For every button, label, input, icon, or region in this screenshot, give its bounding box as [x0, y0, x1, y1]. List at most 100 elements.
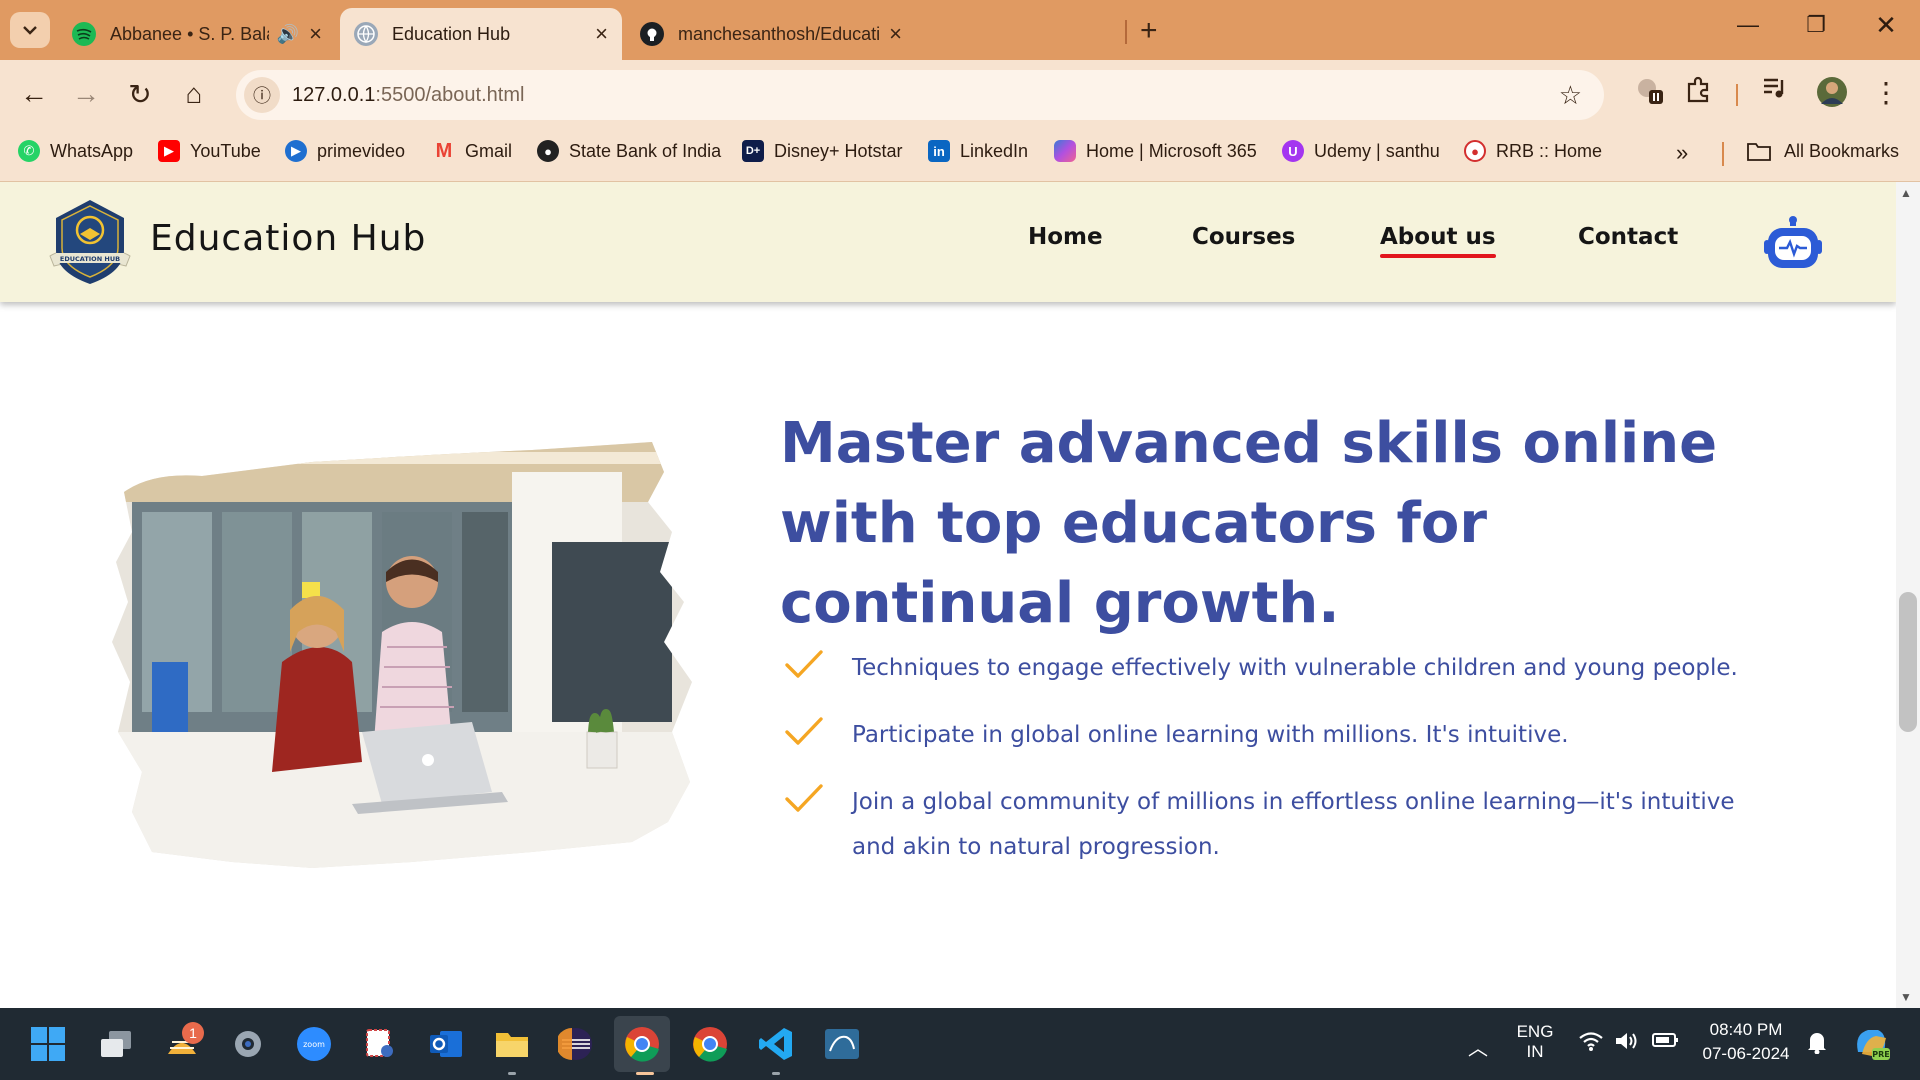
bookmark-sbi[interactable]: ● State Bank of India [537, 140, 721, 162]
youtube-icon: ▶ [158, 140, 180, 162]
logo-text: EDUCATION HUB [60, 255, 120, 263]
tab-search-button[interactable] [10, 12, 50, 48]
feature-item: Techniques to engage effectively with vu… [784, 646, 1772, 691]
extensions-icon[interactable] [1678, 76, 1718, 111]
tab-spotify[interactable]: Abbanee • S. P. Balasubrahmanyam 🔊 × [58, 8, 336, 60]
outlook-icon[interactable] [426, 1024, 466, 1064]
reload-icon[interactable]: ↻ [120, 78, 160, 111]
vscode-icon[interactable] [756, 1024, 796, 1064]
bookmark-microsoft365[interactable]: Home | Microsoft 365 [1054, 140, 1257, 162]
folder-icon [1747, 143, 1771, 161]
bookmark-label: Udemy | santhu [1314, 140, 1440, 161]
extension-puzzle-badge-icon[interactable] [1630, 76, 1670, 113]
rrb-icon: ● [1464, 140, 1486, 162]
close-icon[interactable]: × [889, 21, 902, 47]
url-host: 127.0.0.1 [292, 83, 376, 106]
browser-tab-strip: Abbanee • S. P. Balasubrahmanyam 🔊 × Edu… [0, 0, 1920, 60]
browser-menu-icon[interactable]: ⋮ [1866, 76, 1906, 109]
snipping-tool-icon[interactable] [360, 1024, 400, 1064]
chevron-up-icon[interactable]: ︿ [1468, 1032, 1488, 1061]
microsoft365-icon [1054, 140, 1076, 162]
bookmark-linkedin[interactable]: in LinkedIn [928, 140, 1028, 162]
close-window-button[interactable]: ✕ [1866, 10, 1906, 41]
running-indicator [508, 1072, 516, 1075]
brand-name[interactable]: Education Hub [150, 218, 426, 259]
chrome-profile-icon[interactable] [614, 1016, 670, 1072]
back-arrow-icon[interactable]: ← [14, 78, 54, 110]
bookmark-star-icon[interactable]: ☆ [1559, 80, 1582, 111]
page-viewport[interactable]: EDUCATION HUB Education Hub Home Courses… [0, 182, 1896, 1008]
sbi-icon: ● [537, 140, 559, 162]
nav-about-us[interactable]: About us [1380, 224, 1496, 258]
primevideo-icon: ▶ [285, 140, 307, 162]
bookmark-rrb[interactable]: ● RRB :: Home [1464, 140, 1602, 162]
copilot-icon[interactable]: PRE [1852, 1024, 1892, 1068]
scroll-up-icon[interactable]: ▲ [1900, 186, 1912, 200]
file-explorer-icon[interactable] [492, 1024, 532, 1064]
scroll-down-icon[interactable]: ▼ [1900, 990, 1912, 1004]
bookmark-gmail[interactable]: M Gmail [433, 140, 512, 162]
settings-gear-icon[interactable] [228, 1024, 268, 1064]
students-with-laptop-image [112, 442, 692, 868]
site-info-icon[interactable]: ⓘ [244, 77, 280, 113]
bookmark-udemy[interactable]: U Udemy | santhu [1282, 140, 1440, 162]
tab-education-hub[interactable]: Education Hub × [340, 8, 622, 60]
scrollbar-thumb[interactable] [1899, 592, 1917, 732]
feature-item: Join a global community of millions in e… [784, 780, 1772, 870]
speaker-icon[interactable]: 🔊 [277, 24, 299, 45]
whatsapp-icon: ✆ [18, 140, 40, 162]
tab-github[interactable]: manchesanthosh/Education-Hub × [626, 8, 916, 60]
language-code: ENG [1516, 1022, 1554, 1041]
address-bar[interactable]: ⓘ 127.0.0.1:5500/about.html ☆ [236, 70, 1604, 120]
about-headline: Master advanced skills online with top e… [780, 411, 1718, 636]
more-bookmarks-icon[interactable]: » [1676, 140, 1688, 166]
language-indicator[interactable]: ENG IN [1510, 1022, 1560, 1062]
page-scrollbar[interactable]: ▲ ▼ [1896, 182, 1920, 1008]
chrome-icon[interactable] [690, 1024, 730, 1064]
close-icon[interactable]: × [309, 21, 322, 47]
bookmark-primevideo[interactable]: ▶ primevideo [285, 140, 405, 162]
wifi-icon[interactable] [1578, 1030, 1604, 1058]
svg-text:zoom: zoom [303, 1040, 325, 1049]
feature-text: Techniques to engage effectively with vu… [852, 655, 1738, 681]
task-view-icon[interactable] [96, 1024, 136, 1064]
github-icon [640, 22, 664, 46]
volume-icon[interactable] [1614, 1030, 1640, 1058]
minimize-button[interactable]: — [1728, 12, 1768, 38]
notification-bell-icon[interactable] [1806, 1030, 1828, 1060]
all-bookmarks-button[interactable]: All Bookmarks [1746, 140, 1899, 162]
checkmark-icon [785, 717, 823, 745]
chatbot-icon[interactable] [1764, 216, 1822, 272]
active-app-indicator [636, 1072, 654, 1075]
bookmark-hotstar[interactable]: D+ Disney+ Hotstar [742, 140, 903, 162]
bookmark-whatsapp[interactable]: ✆ WhatsApp [18, 140, 133, 162]
clock[interactable]: 08:40 PM 07-06-2024 [1696, 1020, 1796, 1064]
new-tab-button[interactable]: + [1140, 14, 1158, 48]
chevron-down-icon [23, 26, 37, 35]
education-hub-logo[interactable]: EDUCATION HUB [42, 198, 138, 286]
eclipse-icon[interactable] [556, 1024, 596, 1064]
profile-avatar-icon[interactable] [1812, 76, 1852, 115]
nav-contact[interactable]: Contact [1578, 224, 1678, 250]
zoom-icon[interactable]: zoom [294, 1024, 334, 1064]
feature-text: Participate in global online learning wi… [852, 722, 1569, 748]
region-code: IN [1526, 1042, 1544, 1061]
bookmark-label: RRB :: Home [1496, 140, 1603, 161]
clock-time: 08:40 PM [1709, 1020, 1783, 1039]
clock-date: 07-06-2024 [1702, 1044, 1790, 1063]
forward-arrow-icon[interactable]: → [66, 78, 106, 110]
nav-home[interactable]: Home [1028, 224, 1103, 250]
media-control-icon[interactable] [1756, 76, 1796, 107]
restore-button[interactable]: ❐ [1796, 12, 1836, 38]
tab-title: manchesanthosh/Education-Hub [678, 23, 880, 44]
bookmark-youtube[interactable]: ▶ YouTube [158, 140, 261, 162]
windows-start-icon[interactable] [28, 1024, 68, 1064]
svg-text:PRE: PRE [1872, 1050, 1890, 1059]
close-icon[interactable]: × [595, 21, 608, 47]
browser-toolbar: ← → ↻ ⌂ ⓘ 127.0.0.1:5500/about.html ☆ ⋮ [0, 60, 1920, 128]
battery-icon[interactable] [1652, 1030, 1680, 1056]
site-header: EDUCATION HUB Education Hub Home Courses… [0, 182, 1896, 302]
nav-courses[interactable]: Courses [1192, 224, 1295, 250]
mysql-workbench-icon[interactable] [822, 1024, 862, 1064]
home-icon[interactable]: ⌂ [174, 78, 214, 110]
